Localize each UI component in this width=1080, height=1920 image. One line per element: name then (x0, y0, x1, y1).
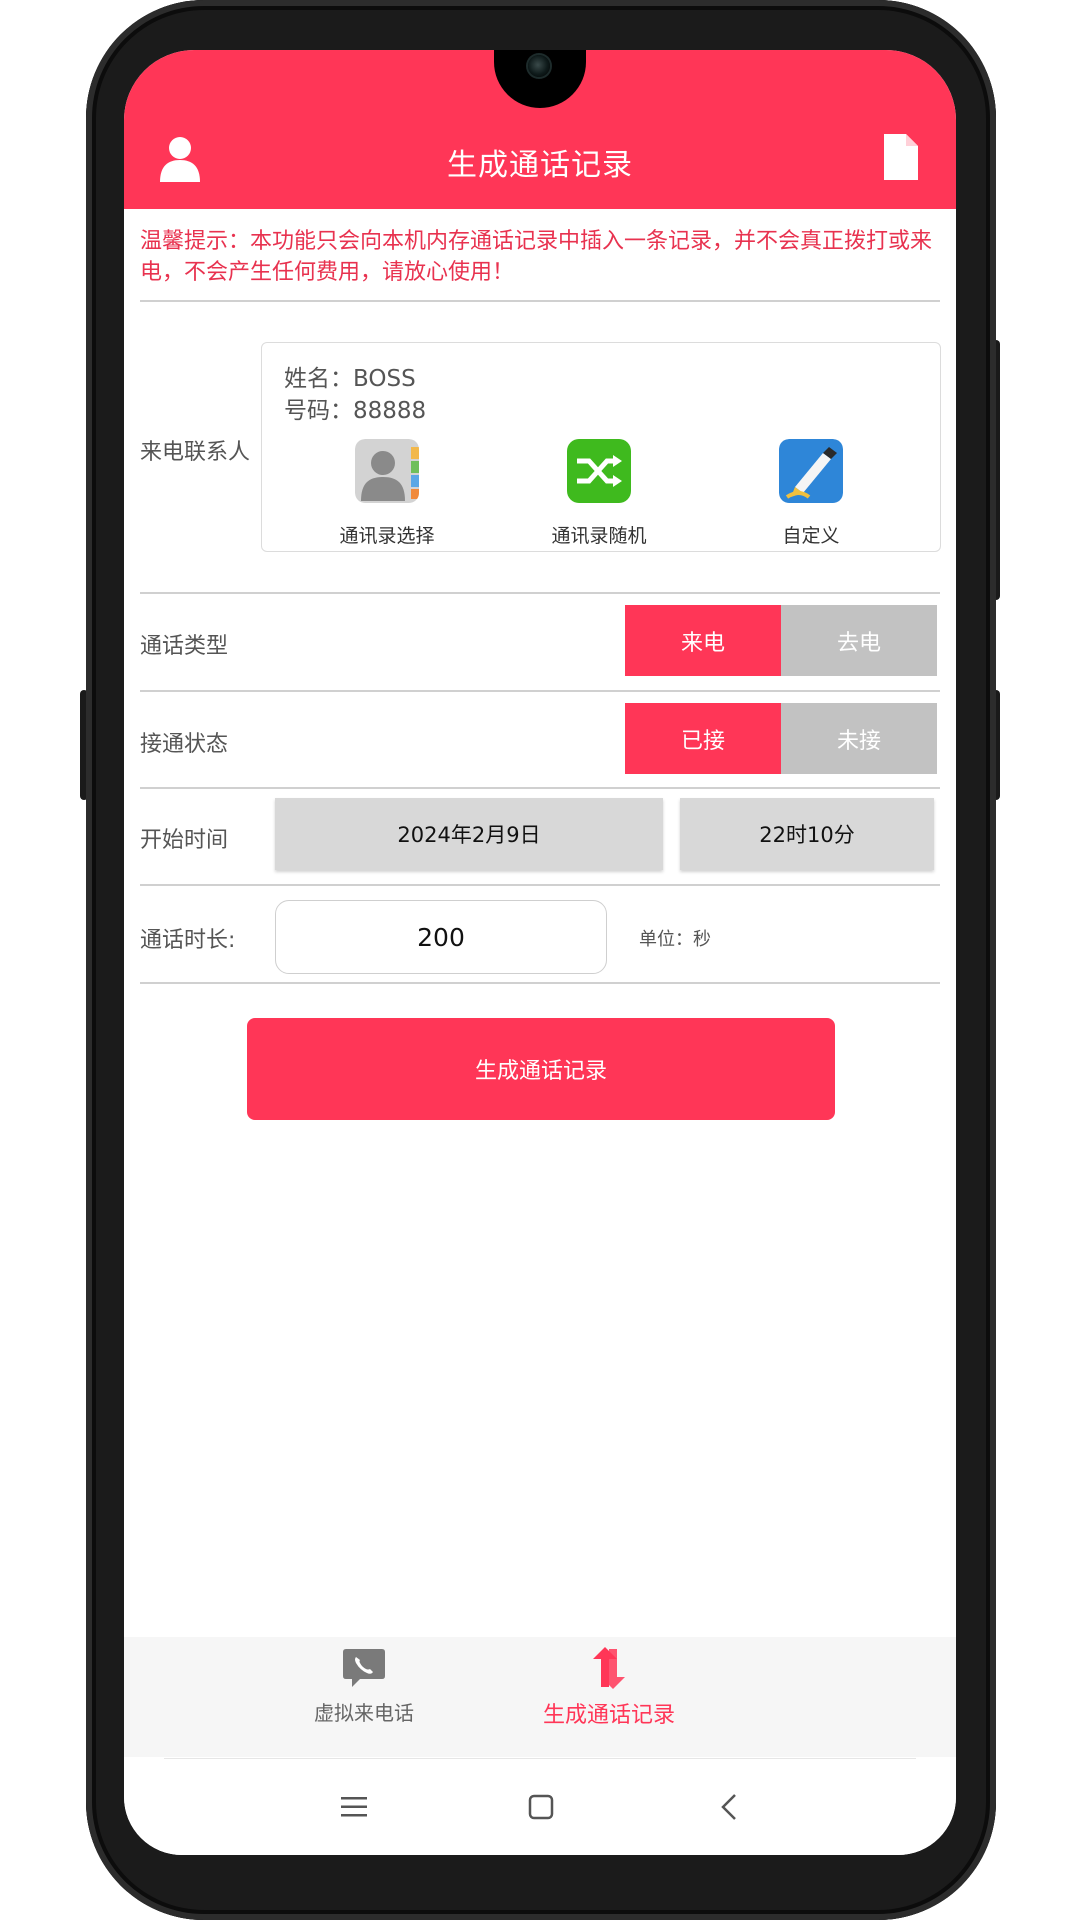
date-picker-button[interactable]: 2024年2月9日 (275, 798, 663, 870)
bottom-tab-bar: 虚拟来电话 生成通话记录 (124, 1637, 956, 1757)
shuffle-icon (567, 439, 631, 503)
divider (140, 982, 940, 984)
duration-label: 通话时长: (140, 928, 236, 953)
start-time-label: 开始时间 (140, 828, 229, 853)
contact-name: 姓名：BOSS (284, 366, 416, 392)
menu-icon[interactable] (341, 1796, 367, 1818)
camera-icon (528, 55, 550, 77)
refresh-arrows-icon (593, 1647, 625, 1689)
page-title: 生成通话记录 (447, 148, 633, 183)
pen-icon (779, 439, 843, 503)
generate-record-button[interactable]: 生成通话记录 (247, 1018, 835, 1120)
duration-unit: 单位：秒 (639, 929, 711, 950)
tab-generate-record[interactable]: 生成通话记录 (499, 1647, 719, 1729)
contacts-book-icon (355, 439, 419, 503)
phone-chat-icon (343, 1649, 385, 1687)
call-type-outgoing[interactable]: 去电 (781, 605, 937, 676)
back-icon[interactable] (720, 1793, 738, 1821)
notice-text: 温馨提示：本功能只会向本机内存通话记录中插入一条记录，并不会真正拨打或来电，不会… (140, 229, 933, 285)
random-from-contacts-label: 通讯录随机 (551, 525, 647, 547)
call-type-incoming[interactable]: 来电 (625, 605, 781, 676)
tab-virtual-call-label: 虚拟来电话 (314, 1701, 414, 1725)
time-picker-button[interactable]: 22时10分 (680, 798, 934, 870)
divider (164, 1758, 916, 1759)
divider (140, 592, 940, 594)
connect-status-label: 接通状态 (140, 732, 229, 757)
connect-status-toggle: 已接 未接 (625, 703, 937, 774)
duration-input[interactable]: 200 (275, 900, 607, 974)
phone-screen: 生成通话记录 温馨提示：本功能只会向本机内存通话记录中插入一条记录，并不会真正拨… (124, 50, 956, 1855)
divider (140, 690, 940, 692)
contact-card: 姓名：BOSS 号码：88888 通讯录选择 通讯录随机 自定义 (261, 342, 941, 552)
document-icon[interactable] (884, 134, 918, 180)
tab-generate-record-label: 生成通话记录 (542, 1703, 675, 1728)
pick-from-contacts-label: 通讯录选择 (339, 525, 435, 547)
status-missed[interactable]: 未接 (781, 703, 937, 774)
system-nav-bar (124, 1758, 956, 1855)
divider (140, 884, 940, 886)
divider (140, 787, 940, 789)
pick-from-contacts-button[interactable]: 通讯录选择 (302, 439, 472, 548)
contact-number: 号码：88888 (284, 398, 427, 424)
custom-contact-label: 自定义 (782, 525, 840, 547)
home-icon[interactable] (528, 1794, 554, 1820)
contact-label: 来电联系人 (140, 440, 251, 465)
tab-virtual-call[interactable]: 虚拟来电话 (254, 1647, 474, 1726)
call-type-toggle: 来电 去电 (625, 605, 937, 676)
custom-contact-button[interactable]: 自定义 (726, 439, 896, 548)
random-from-contacts-button[interactable]: 通讯录随机 (514, 439, 684, 548)
divider (140, 300, 940, 302)
status-answered[interactable]: 已接 (625, 703, 781, 774)
call-type-label: 通话类型 (140, 634, 229, 659)
